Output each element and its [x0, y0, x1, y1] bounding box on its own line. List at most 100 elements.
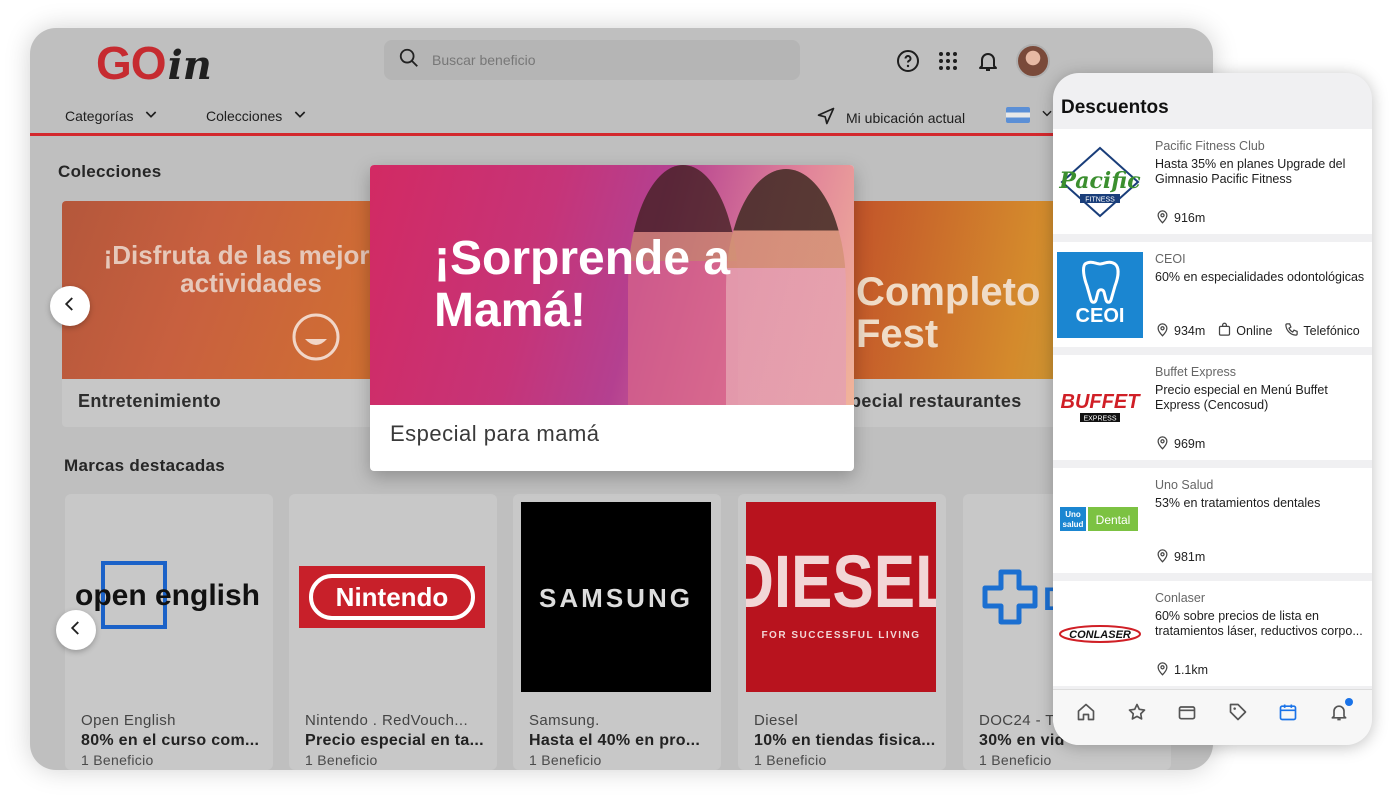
- svg-text:CEOI: CEOI: [1076, 305, 1125, 327]
- logo-in-text: in: [167, 42, 212, 89]
- svg-text:FOR SUCCESSFUL LIVING: FOR SUCCESSFUL LIVING: [761, 630, 920, 641]
- open-english-logo: open english: [73, 502, 263, 692]
- brand-offer: 80% en el curso com...: [81, 732, 260, 749]
- argentina-flag-icon: [1006, 106, 1030, 123]
- phone-title: Descuentos: [1061, 97, 1169, 118]
- deals-list: Pacific FITNESS Pacific Fitness Club Hast…: [1053, 129, 1372, 694]
- collections-title: Colecciones: [58, 162, 162, 181]
- star-icon[interactable]: [1125, 700, 1149, 724]
- online-channel: Online: [1217, 322, 1272, 340]
- nintendo-logo: Nintendo: [297, 502, 487, 692]
- collection-image-text: ¡Sorprende a Mamá!: [434, 232, 731, 337]
- brand-card-nintendo[interactable]: Nintendo Nintendo . RedVouch... Precio e…: [289, 494, 497, 770]
- nav-categories[interactable]: Categorías: [65, 106, 159, 125]
- brand-count: 1 Beneficio: [754, 752, 827, 768]
- location-pin-icon: [1155, 548, 1170, 566]
- brand-name: DOC24 - T: [979, 712, 1055, 729]
- notification-bell-icon[interactable]: [1327, 698, 1353, 724]
- search-input[interactable]: [432, 52, 752, 68]
- deal-text: 60% en especialidades odontológicas: [1155, 270, 1365, 284]
- collection-card-mothers-day[interactable]: ¡Sorprende a Mamá! Especial para mamá: [370, 165, 854, 471]
- svg-text:Pacific: Pacific: [1058, 168, 1141, 194]
- distance: 969m: [1155, 435, 1205, 453]
- brands-title: Marcas destacadas: [64, 456, 226, 475]
- svg-text:BUFFET: BUFFET: [1061, 391, 1142, 413]
- ceoi-logo: CEOI: [1057, 252, 1143, 338]
- collection-image: ¡Disfruta de las mejores actividades: [62, 201, 402, 379]
- brand-count: 1 Beneficio: [81, 752, 154, 768]
- brand-offer: Precio especial en ta...: [305, 732, 484, 749]
- tag-icon[interactable]: [1226, 700, 1250, 724]
- home-icon[interactable]: [1074, 700, 1098, 724]
- samsung-logo: SAMSUNG: [521, 502, 711, 692]
- svg-text:FITNESS: FITNESS: [1085, 197, 1115, 204]
- list-item[interactable]: Pacific FITNESS Pacific Fitness Club Hast…: [1053, 129, 1372, 234]
- deal-meta: 1.1km: [1155, 661, 1208, 679]
- location-pin-icon: [1155, 661, 1170, 679]
- collection-label: Entretenimiento: [78, 391, 222, 411]
- brand-card-diesel[interactable]: DIESEL FOR SUCCESSFUL LIVING Diesel 10% e…: [738, 494, 946, 770]
- calendar-icon[interactable]: [1276, 700, 1300, 724]
- brands-prev-button[interactable]: [56, 610, 96, 650]
- nav-categories-label: Categorías: [65, 107, 134, 124]
- list-item[interactable]: CONLASER Conlaser 60% sobre precios de l…: [1053, 581, 1372, 686]
- list-item[interactable]: BUFFET EXPRESS Buffet Express Precio espe…: [1053, 355, 1372, 460]
- chevron-left-icon: [61, 295, 79, 318]
- svg-text:open english: open english: [75, 579, 260, 612]
- smiley-icon: [292, 313, 340, 361]
- wallet-icon[interactable]: [1175, 700, 1199, 724]
- deal-brand: Pacific Fitness Club: [1155, 139, 1265, 153]
- deal-meta: 981m: [1155, 548, 1205, 566]
- deal-brand: Buffet Express: [1155, 365, 1237, 379]
- collection-card-entertainment[interactable]: ¡Disfruta de las mejores actividades Ent…: [62, 201, 402, 427]
- shopping-bag-icon: [1217, 322, 1232, 340]
- collection-label: pecial restaurantes: [850, 391, 1022, 411]
- distance: 1.1km: [1155, 661, 1208, 679]
- logo-go-text: GO: [96, 37, 167, 89]
- country-selector[interactable]: [1006, 106, 1054, 123]
- goin-logo[interactable]: GO in: [96, 36, 212, 89]
- collection-label: Especial para mamá: [390, 421, 600, 446]
- svg-text:CONLASER: CONLASER: [1069, 629, 1131, 641]
- carousel-prev-button[interactable]: [50, 286, 90, 326]
- chevron-down-icon: [143, 106, 159, 125]
- bottom-tab-bar: [1053, 689, 1372, 745]
- online-label: Online: [1236, 324, 1273, 338]
- svg-text:SAMSUNG: SAMSUNG: [539, 583, 693, 613]
- deal-meta: 934m Online Telefónico: [1155, 322, 1360, 340]
- search-bar[interactable]: [384, 40, 800, 80]
- apps-grid-icon[interactable]: [936, 49, 960, 73]
- location-button[interactable]: Mi ubicación actual: [816, 106, 965, 129]
- svg-text:DIESEL: DIESEL: [746, 542, 936, 623]
- nav-collections-label: Colecciones: [206, 107, 283, 124]
- chevron-down-icon: [292, 106, 308, 125]
- list-item[interactable]: CEOI CEOI 60% en especialidades odontoló…: [1053, 242, 1372, 347]
- phone-label: Telefónico: [1303, 324, 1360, 338]
- location-label: Mi ubicación actual: [846, 109, 966, 126]
- distance-value: 916m: [1174, 211, 1206, 225]
- notification-badge: [1344, 698, 1353, 706]
- buffet-express-logo: BUFFET EXPRESS: [1057, 365, 1143, 451]
- brand-offer: Hasta el 40% en pro...: [529, 732, 701, 749]
- deal-meta: 916m: [1155, 209, 1205, 227]
- brand-count: 1 Beneficio: [979, 752, 1052, 768]
- deal-brand: Conlaser: [1155, 591, 1206, 605]
- brand-offer: 30% en vid: [979, 732, 1065, 749]
- brand-name: Diesel: [754, 712, 799, 729]
- distance-value: 934m: [1174, 324, 1206, 338]
- list-item[interactable]: Uno salud Dental Uno Salud 53% en tratamie…: [1053, 468, 1372, 573]
- distance-value: 981m: [1174, 550, 1206, 564]
- brand-card-samsung[interactable]: SAMSUNG Samsung. Hasta el 40% en pro... …: [513, 494, 721, 770]
- brand-card-open-english[interactable]: open english Open English 80% en el curs…: [65, 494, 273, 770]
- bell-icon[interactable]: [976, 49, 1000, 73]
- nav-collections[interactable]: Colecciones: [206, 106, 308, 125]
- deal-brand: Uno Salud: [1155, 478, 1214, 492]
- brand-count: 1 Beneficio: [305, 752, 378, 768]
- uno-salud-logo: Uno salud Dental: [1057, 478, 1143, 564]
- avatar[interactable]: [1016, 44, 1050, 78]
- help-icon[interactable]: [896, 49, 920, 73]
- mobile-app-panel: Descuentos Pacific FITNESS Pacific Fitnes…: [1053, 73, 1372, 745]
- stage: GO in Categorías: [0, 0, 1394, 803]
- deal-text: Hasta 35% en planes Upgrade del Gimnasio…: [1155, 157, 1346, 186]
- deal-text: Precio especial en Menú Buffet Express (…: [1155, 383, 1328, 412]
